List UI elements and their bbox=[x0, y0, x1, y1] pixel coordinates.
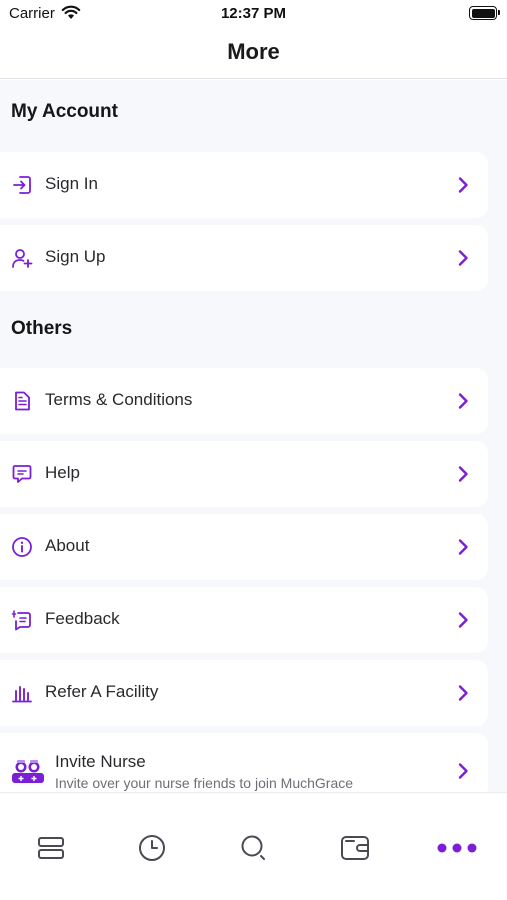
menu-item-sign-in[interactable]: Sign In bbox=[0, 152, 488, 218]
menu-item-feedback[interactable]: Feedback bbox=[0, 587, 488, 653]
menu-item-refer-facility[interactable]: Refer A Facility bbox=[0, 660, 488, 726]
chevron-right-icon bbox=[458, 393, 468, 409]
more-dots-icon bbox=[437, 843, 477, 853]
section-title-others: Others bbox=[11, 318, 73, 339]
tab-bar bbox=[0, 792, 507, 900]
search-icon bbox=[241, 835, 265, 860]
add-user-icon bbox=[12, 249, 33, 268]
chevron-right-icon bbox=[458, 612, 468, 628]
menu-item-label: About bbox=[45, 536, 90, 555]
section-title-my-account: My Account bbox=[11, 101, 118, 122]
info-icon bbox=[12, 537, 32, 557]
stack-list-icon bbox=[38, 837, 64, 859]
status-bar: Carrier 12:37 PM bbox=[0, 0, 507, 28]
menu-item-label: Invite Nurse bbox=[55, 752, 146, 771]
page-title: More bbox=[227, 39, 280, 64]
document-icon bbox=[15, 391, 30, 411]
menu-item-label: Sign In bbox=[45, 174, 98, 193]
tab-history[interactable] bbox=[135, 831, 169, 865]
nurses-illustration-icon bbox=[12, 760, 44, 783]
sign-in-icon bbox=[13, 176, 31, 194]
chevron-right-icon bbox=[458, 685, 468, 701]
status-time: 12:37 PM bbox=[220, 5, 287, 22]
menu-item-label: Sign Up bbox=[45, 247, 106, 266]
battery-icon bbox=[469, 6, 500, 20]
menu-item-sublabel: Invite over your nurse friends to join M… bbox=[55, 775, 354, 791]
menu-item-sign-up[interactable]: Sign Up bbox=[0, 225, 488, 291]
menu-item-label: Refer A Facility bbox=[45, 682, 159, 701]
tab-more[interactable] bbox=[436, 831, 478, 865]
menu-item-label: Feedback bbox=[45, 609, 120, 628]
menu-item-invite-nurse[interactable]: Invite Nurse Invite over your nurse frie… bbox=[0, 733, 488, 792]
tab-wallet[interactable] bbox=[338, 831, 372, 865]
menu-item-terms-conditions[interactable]: Terms & Conditions bbox=[0, 368, 488, 434]
more-menu-content[interactable]: My Account Sign In Sign Up Others Terms … bbox=[0, 80, 507, 792]
tab-search[interactable] bbox=[237, 831, 271, 865]
chevron-right-icon bbox=[458, 250, 468, 266]
wallet-icon bbox=[341, 836, 369, 860]
chevron-right-icon bbox=[458, 177, 468, 193]
chevron-right-icon bbox=[458, 539, 468, 555]
menu-item-label: Help bbox=[45, 463, 80, 482]
facility-chart-icon bbox=[12, 686, 32, 703]
clock-icon bbox=[139, 835, 165, 861]
menu-item-about[interactable]: About bbox=[0, 514, 488, 580]
feedback-icon bbox=[11, 610, 31, 631]
menu-item-help[interactable]: Help bbox=[0, 441, 488, 507]
chevron-right-icon bbox=[458, 466, 468, 482]
navigation-bar: More bbox=[0, 28, 507, 79]
chevron-right-icon bbox=[458, 763, 468, 779]
tab-stack-list[interactable] bbox=[34, 831, 68, 865]
help-chat-icon bbox=[12, 465, 32, 483]
menu-item-label: Terms & Conditions bbox=[45, 390, 193, 409]
